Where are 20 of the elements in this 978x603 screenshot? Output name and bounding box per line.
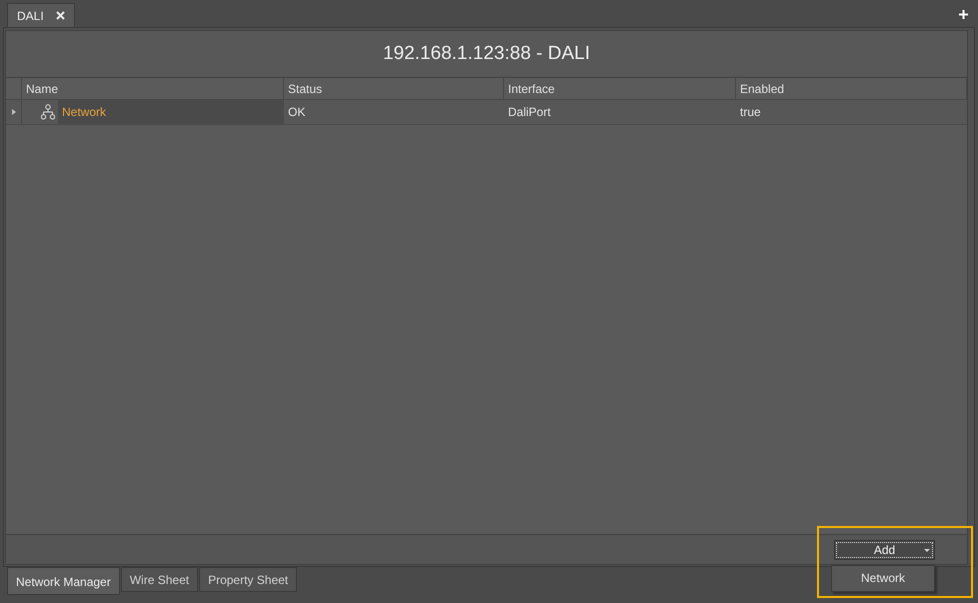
document-tab[interactable]: DALI: [7, 3, 75, 27]
column-header[interactable]: Name: [26, 80, 58, 98]
column-header[interactable]: Enabled: [740, 80, 784, 98]
view-tab[interactable]: Property Sheet: [199, 567, 298, 592]
column-header[interactable]: Status: [288, 80, 322, 98]
table-cell-text: true: [740, 104, 761, 121]
caret-down-icon: [924, 548, 930, 552]
view-tab[interactable]: Wire Sheet: [120, 567, 198, 592]
view-tab[interactable]: Network Manager: [7, 567, 120, 595]
caret-right-icon[interactable]: [12, 109, 16, 115]
name-cell[interactable]: Network: [58, 100, 284, 124]
add-button[interactable]: Add: [834, 540, 935, 560]
table-cell-text: DaliPort: [508, 104, 551, 121]
close-icon[interactable]: [56, 11, 65, 20]
table-cell-text: OK: [288, 104, 306, 121]
menu-item[interactable]: Network: [856, 569, 909, 587]
page-title: 192.168.1.123:88 - DALI: [382, 42, 590, 66]
plus-icon[interactable]: [959, 10, 968, 19]
network-nodes-icon: [41, 104, 55, 120]
column-header[interactable]: Interface: [508, 80, 555, 98]
